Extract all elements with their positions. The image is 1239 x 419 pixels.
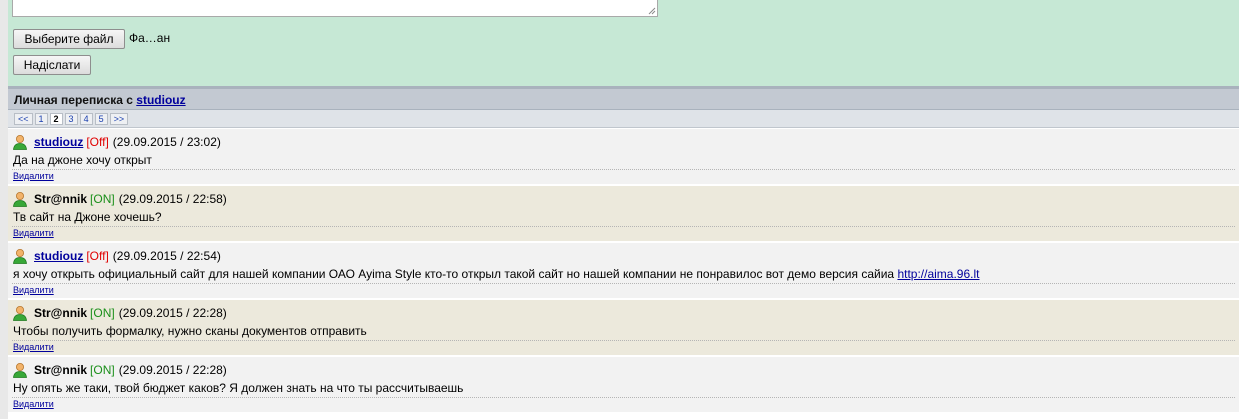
resize-grip-icon[interactable]	[648, 7, 656, 15]
message-gap	[8, 412, 1239, 414]
online-status: [ON]	[90, 306, 115, 320]
message-author: Str@nnik	[34, 363, 88, 377]
message-body: Чтобы получить формалку, нужно сканы док…	[13, 324, 367, 338]
delete-message-link[interactable]: Видалити	[13, 285, 54, 295]
user-icon	[13, 192, 27, 207]
message-item: studiouz [Off] (29.09.2015 / 23:02) Да на д…	[8, 129, 1239, 186]
message-body: я хочу открыть официальный сайт для наше…	[13, 267, 895, 281]
online-status: [Off]	[86, 135, 109, 149]
page-link[interactable]: 4	[79, 113, 93, 125]
message-text: я хочу открыть официальный сайт для наше…	[13, 267, 979, 281]
message-divider	[12, 226, 1235, 227]
message-text: Тв сайт на Джоне хочешь?	[13, 210, 162, 224]
message-text: Чтобы получить формалку, нужно сканы док…	[13, 324, 367, 338]
send-button[interactable]: Надіслати	[13, 55, 91, 75]
page-link[interactable]: >>	[109, 113, 129, 125]
message-header: Str@nnik [ON] (29.09.2015 / 22:58)	[12, 191, 227, 207]
message-author[interactable]: studiouz	[34, 249, 83, 263]
message-text: Да на джоне хочу открыт	[13, 153, 152, 167]
message-item: Str@nnik [ON] (29.09.2015 / 22:58) Тв сайт …	[8, 186, 1239, 243]
message-item: studiouz [Off] (29.09.2015 / 22:54) я хочу …	[8, 243, 1239, 300]
left-margin	[0, 0, 8, 419]
message-author: Str@nnik	[34, 192, 88, 206]
pagination-bar: << 1 2 3 4 5 >>	[8, 110, 1239, 128]
online-status: [Off]	[86, 249, 109, 263]
message-body: Да на джоне хочу открыт	[13, 153, 152, 167]
user-icon	[13, 135, 27, 150]
conversation-title-prefix: Личная переписка с	[14, 93, 133, 107]
message-divider	[12, 340, 1235, 341]
message-item: Str@nnik [ON] (29.09.2015 / 22:28) Чтобы по…	[8, 300, 1239, 357]
choose-file-button[interactable]: Выберите файл	[13, 29, 125, 49]
user-icon	[13, 363, 27, 378]
delete-message-link[interactable]: Видалити	[13, 399, 54, 409]
user-icon	[13, 249, 27, 264]
page-link[interactable]: 3	[64, 113, 78, 125]
message-header: studiouz [Off] (29.09.2015 / 22:54)	[12, 248, 221, 264]
conversation-header: Личная переписка с studiouz	[8, 89, 1239, 110]
message-date: (29.09.2015 / 22:28)	[118, 363, 227, 377]
page-link[interactable]: 2	[49, 113, 63, 125]
delete-message-link[interactable]: Видалити	[13, 342, 54, 352]
message-divider	[12, 283, 1235, 284]
message-divider	[12, 397, 1235, 398]
message-author[interactable]: studiouz	[34, 135, 83, 149]
message-item: Str@nnik [ON] (29.09.2015 / 22:28) Ну опять…	[8, 357, 1239, 414]
message-link[interactable]: http://aima.96.lt	[897, 267, 979, 281]
page-link[interactable]: 1	[34, 113, 48, 125]
message-divider	[12, 169, 1235, 170]
page-link[interactable]: 5	[94, 113, 108, 125]
message-header: Str@nnik [ON] (29.09.2015 / 22:28)	[12, 362, 227, 378]
message-date: (29.09.2015 / 22:28)	[118, 306, 227, 320]
message-date: (29.09.2015 / 22:58)	[118, 192, 227, 206]
online-status: [ON]	[90, 363, 115, 377]
message-header: studiouz [Off] (29.09.2015 / 23:02)	[12, 134, 221, 150]
conversation-title: Личная переписка с studiouz	[14, 93, 186, 107]
message-author: Str@nnik	[34, 306, 88, 320]
message-header: Str@nnik [ON] (29.09.2015 / 22:28)	[12, 305, 227, 321]
message-body: Ну опять же таки, твой бюджет каков? Я д…	[13, 381, 464, 395]
page-link[interactable]: <<	[14, 113, 33, 125]
conversation-partner-link[interactable]: studiouz	[136, 93, 185, 107]
user-icon	[13, 306, 27, 321]
reply-form: Выберите файл Фа…ан Надіслати	[8, 0, 1239, 86]
pagination: << 1 2 3 4 5 >>	[14, 113, 129, 125]
online-status: [ON]	[90, 192, 115, 206]
delete-message-link[interactable]: Видалити	[13, 171, 54, 181]
message-date: (29.09.2015 / 23:02)	[112, 135, 221, 149]
message-body: Тв сайт на Джоне хочешь?	[13, 210, 162, 224]
message-text: Ну опять же таки, твой бюджет каков? Я д…	[13, 381, 463, 395]
delete-message-link[interactable]: Видалити	[13, 228, 54, 238]
message-date: (29.09.2015 / 22:54)	[112, 249, 221, 263]
chosen-file-name: Фа…ан	[129, 31, 171, 45]
message-textarea[interactable]	[12, 0, 658, 17]
